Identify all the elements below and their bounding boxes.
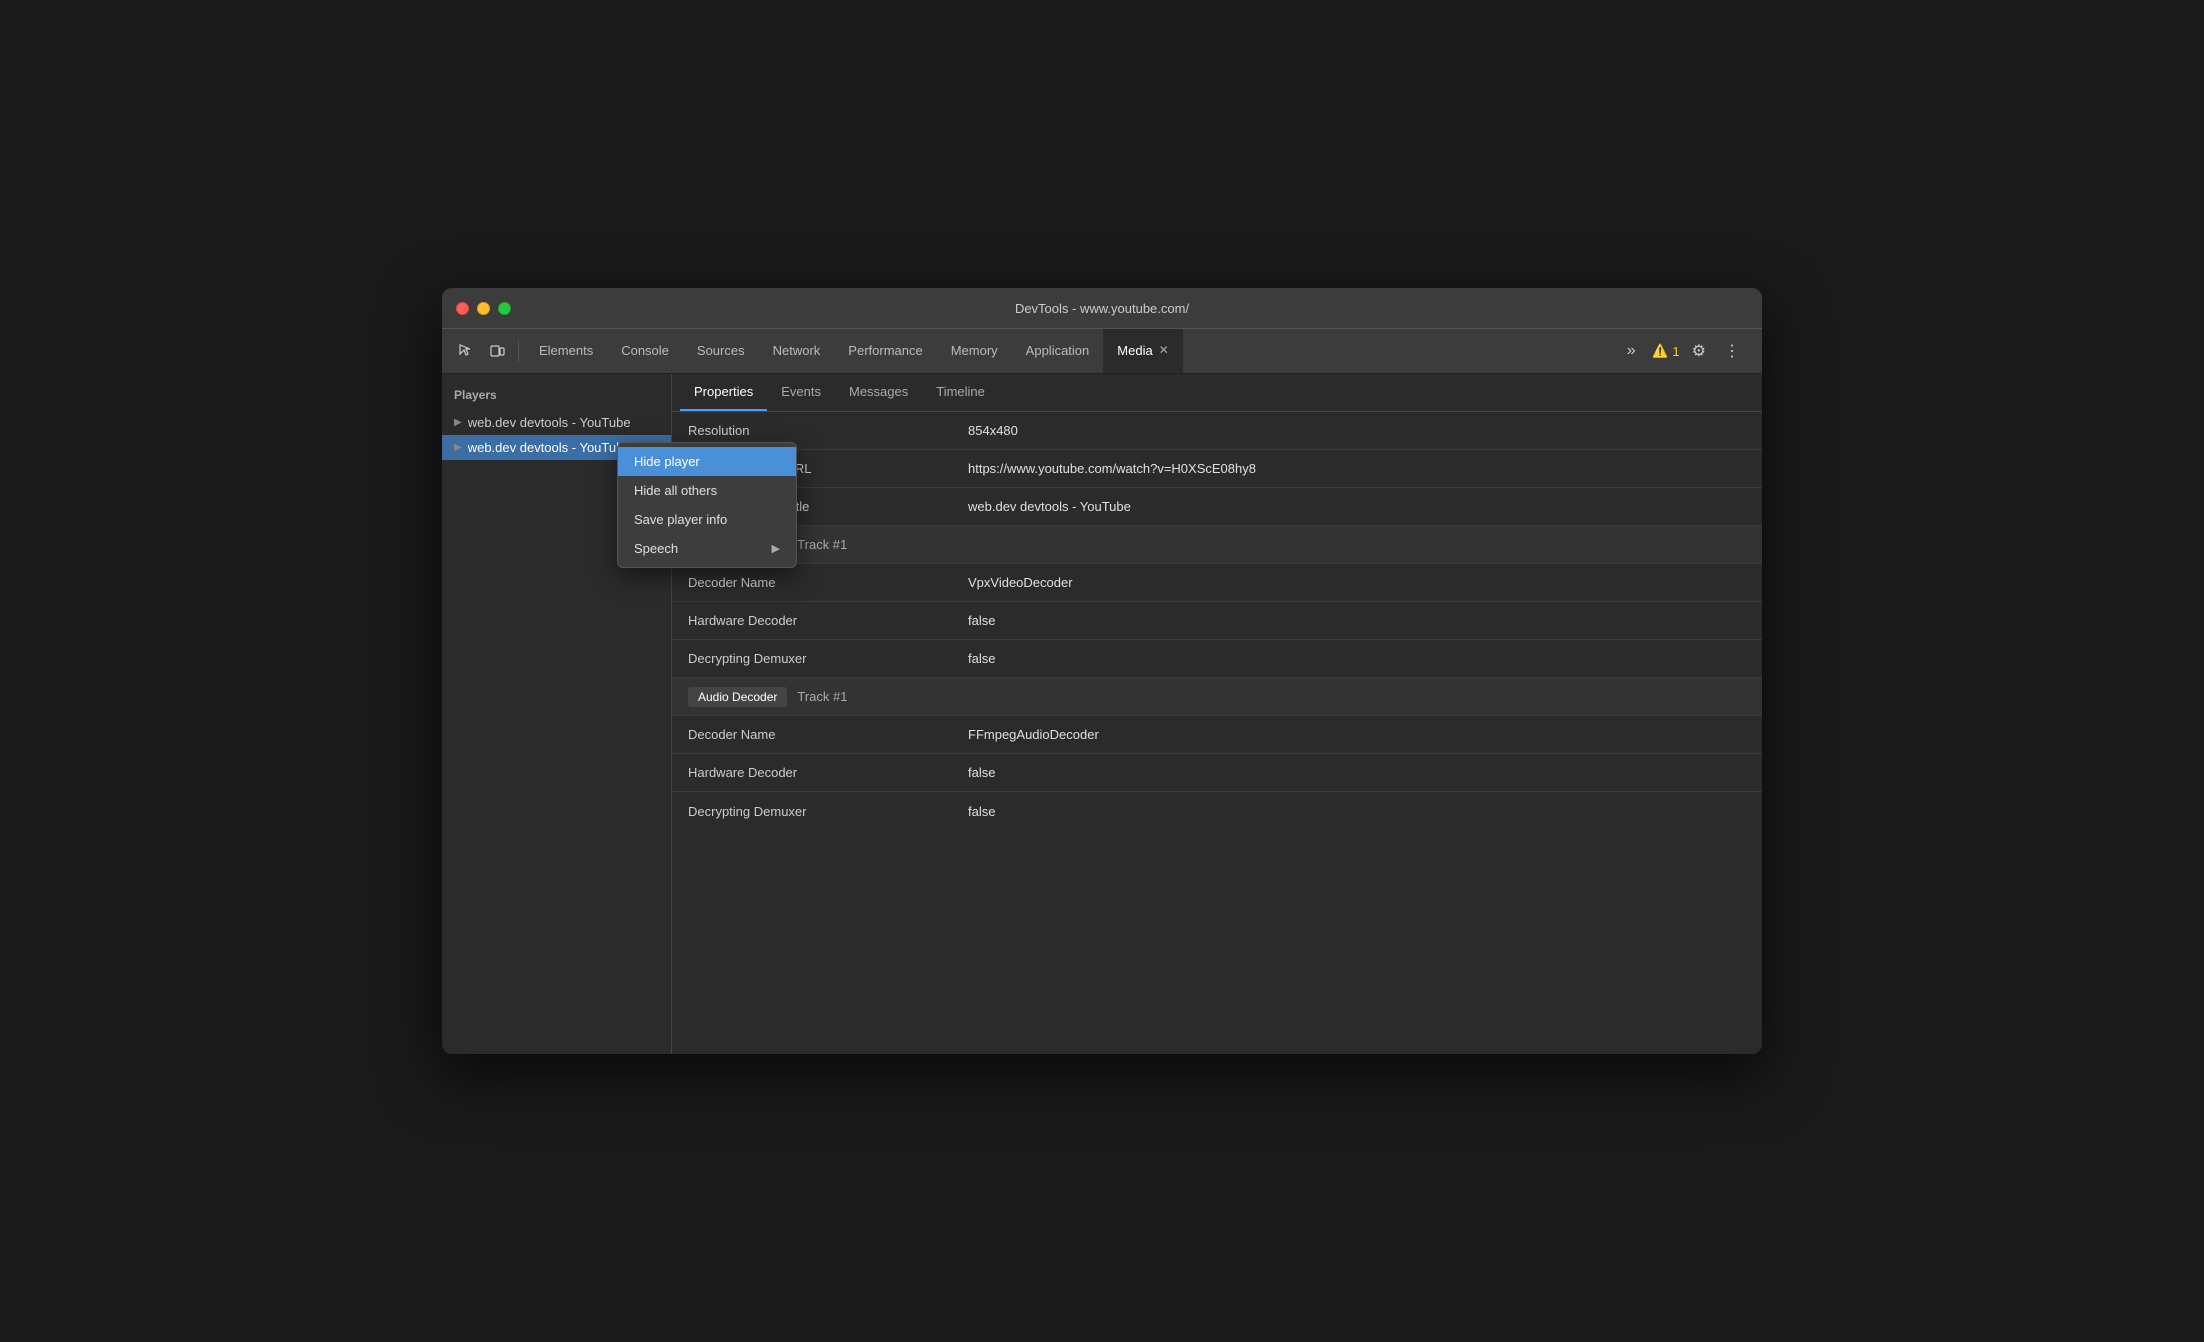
audio-decoder-name-row: Decoder Name FFmpegAudioDecoder <box>672 716 1762 754</box>
audio-decrypting-row: Decrypting Demuxer false <box>672 792 1762 830</box>
context-menu-speech-arrow: ▶ <box>772 542 780 555</box>
tab-performance[interactable]: Performance <box>834 329 936 373</box>
more-options-button[interactable]: ⋮ <box>1718 337 1746 365</box>
video-hardware-decoder-val: false <box>968 613 1746 628</box>
sub-tab-properties[interactable]: Properties <box>680 374 767 411</box>
titlebar: DevTools - www.youtube.com/ <box>442 288 1762 328</box>
video-decoder-header: Video Decoder Track #1 <box>672 526 1762 564</box>
main-content: Players ▶ web.dev devtools - YouTube ▶ w… <box>442 374 1762 1054</box>
context-menu-hide-all-others[interactable]: Hide all others <box>618 476 796 505</box>
player-arrow-1: ▶ <box>454 417 462 428</box>
inspect-icon <box>457 343 473 359</box>
prop-row-playback-title: Playback Frame Title web.dev devtools - … <box>672 488 1762 526</box>
sub-tab-timeline[interactable]: Timeline <box>922 374 999 411</box>
video-decoder-name-key: Decoder Name <box>688 575 968 590</box>
audio-decoder-track: Track #1 <box>797 689 847 704</box>
audio-hardware-decoder-key: Hardware Decoder <box>688 765 968 780</box>
toolbar-divider <box>518 340 519 362</box>
player-arrow-2: ▶ <box>454 442 462 453</box>
audio-hardware-decoder-val: false <box>968 765 1746 780</box>
video-decrypting-row: Decrypting Demuxer false <box>672 640 1762 678</box>
tab-media[interactable]: Media ✕ <box>1103 329 1182 373</box>
settings-button[interactable]: ⚙ <box>1686 337 1712 365</box>
audio-decoder-name-val: FFmpegAudioDecoder <box>968 727 1746 742</box>
tab-memory[interactable]: Memory <box>937 329 1012 373</box>
tab-sources[interactable]: Sources <box>683 329 759 373</box>
prop-val-playback-url: https://www.youtube.com/watch?v=H0XScE08… <box>968 461 1746 476</box>
main-toolbar: Elements Console Sources Network Perform… <box>442 328 1762 374</box>
audio-decoder-badge: Audio Decoder <box>688 687 787 707</box>
tab-bar: Elements Console Sources Network Perform… <box>525 329 1614 373</box>
inspect-icon-button[interactable] <box>450 336 480 366</box>
audio-hardware-decoder-row: Hardware Decoder false <box>672 754 1762 792</box>
sub-tabs: Properties Events Messages Timeline <box>672 374 1762 412</box>
maximize-button[interactable] <box>498 302 511 315</box>
video-hardware-decoder-row: Hardware Decoder false <box>672 602 1762 640</box>
context-menu-hide-player[interactable]: Hide player <box>618 447 796 476</box>
sub-tab-messages[interactable]: Messages <box>835 374 922 411</box>
video-decoder-name-val: VpxVideoDecoder <box>968 575 1746 590</box>
minimize-button[interactable] <box>477 302 490 315</box>
audio-decoder-header: Audio Decoder Track #1 <box>672 678 1762 716</box>
tab-elements[interactable]: Elements <box>525 329 607 373</box>
warning-badge: ⚠️ 1 <box>1652 343 1679 359</box>
video-hardware-decoder-key: Hardware Decoder <box>688 613 968 628</box>
devtools-window: DevTools - www.youtube.com/ Elements Con… <box>442 288 1762 1054</box>
sub-tab-events[interactable]: Events <box>767 374 835 411</box>
tab-media-close[interactable]: ✕ <box>1159 343 1169 357</box>
context-menu: Hide player Hide all others Save player … <box>617 442 797 568</box>
player-name-2: web.dev devtools - YouTube <box>468 440 631 455</box>
context-menu-speech[interactable]: Speech ▶ <box>618 534 796 563</box>
prop-key-resolution: Resolution <box>688 423 968 438</box>
tab-console[interactable]: Console <box>607 329 683 373</box>
warning-count: 1 <box>1672 344 1679 359</box>
tab-application[interactable]: Application <box>1012 329 1104 373</box>
player-item-1[interactable]: ▶ web.dev devtools - YouTube <box>442 410 671 435</box>
video-decoder-track: Track #1 <box>797 537 847 552</box>
window-title: DevTools - www.youtube.com/ <box>1015 301 1189 316</box>
prop-val-resolution: 854x480 <box>968 423 1746 438</box>
device-icon-button[interactable] <box>482 336 512 366</box>
more-tabs-button[interactable]: » <box>1616 336 1646 366</box>
properties-table: Resolution 854x480 Playback Frame URL ht… <box>672 412 1762 1054</box>
audio-decrypting-val: false <box>968 804 1746 819</box>
prop-val-playback-title: web.dev devtools - YouTube <box>968 499 1746 514</box>
warning-icon: ⚠️ <box>1652 343 1668 359</box>
video-decrypting-val: false <box>968 651 1746 666</box>
toolbar-right: » ⚠️ 1 ⚙ ⋮ <box>1616 336 1754 366</box>
video-decoder-name-row: Decoder Name VpxVideoDecoder <box>672 564 1762 602</box>
device-icon <box>489 343 505 359</box>
context-menu-save-player-info[interactable]: Save player info <box>618 505 796 534</box>
tab-network[interactable]: Network <box>759 329 835 373</box>
traffic-lights <box>456 302 511 315</box>
content-panel: Properties Events Messages Timeline Reso… <box>672 374 1762 1054</box>
prop-row-playback-url: Playback Frame URL https://www.youtube.c… <box>672 450 1762 488</box>
player-name-1: web.dev devtools - YouTube <box>468 415 631 430</box>
audio-decrypting-key: Decrypting Demuxer <box>688 804 968 819</box>
prop-row-resolution: Resolution 854x480 <box>672 412 1762 450</box>
video-decrypting-key: Decrypting Demuxer <box>688 651 968 666</box>
sidebar: Players ▶ web.dev devtools - YouTube ▶ w… <box>442 374 672 1054</box>
players-label: Players <box>442 384 671 410</box>
close-button[interactable] <box>456 302 469 315</box>
audio-decoder-name-key: Decoder Name <box>688 727 968 742</box>
